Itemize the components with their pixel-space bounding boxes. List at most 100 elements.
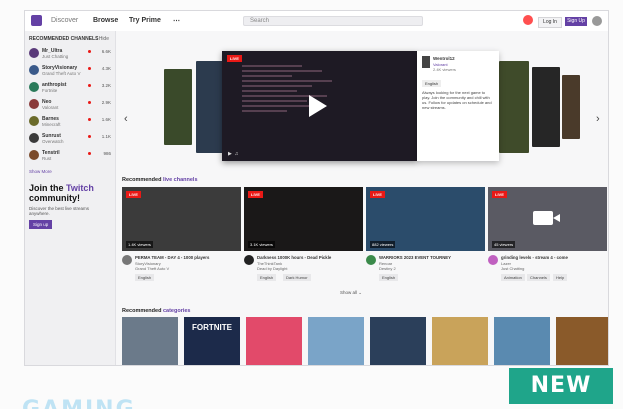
channel-viewers: 2.9K (101, 100, 111, 105)
category-tile[interactable] (556, 317, 608, 365)
sidebar-channel-item[interactable]: StoryVisionary Grand Theft Auto V 4.3K (29, 64, 111, 77)
stream-card-meta: Darkness 1000K hours - Dead Pickle TheThi… (244, 254, 363, 286)
section-title: Recommended categories (122, 308, 191, 314)
category-tile[interactable] (246, 317, 302, 365)
stream-game[interactable]: Just Chatting (501, 266, 524, 271)
stream-title[interactable]: Darkness 1000K hours - Dead Pickle (257, 255, 363, 260)
sidebar-channel-item[interactable]: Barnes Minecraft 1.6K (29, 115, 111, 128)
stream-card[interactable]: LIVE 882 viewers (366, 187, 485, 251)
login-button[interactable]: Log In (538, 17, 562, 28)
category-tile[interactable] (370, 317, 426, 365)
stream-tag[interactable]: Dark Humor (283, 274, 311, 281)
channel-game: Rust (42, 156, 52, 161)
nav-try-prime[interactable]: Try Prime (129, 17, 161, 24)
stream-tag[interactable]: English (135, 274, 155, 281)
featured-stream-player[interactable]: LIVE ▶ ♫ (222, 51, 417, 161)
stream-card-meta: PERMA TEAM - DAY 4 - 1000 players StoryVi… (122, 254, 241, 286)
stream-video (242, 65, 342, 145)
channel-game: Just Chatting (42, 54, 69, 59)
channel-game: Minecraft (42, 122, 61, 127)
sidebar-heading: RECOMMENDED CHANNELS (29, 36, 99, 42)
category-label: FORTNITE (192, 323, 232, 332)
search-input[interactable]: Search (243, 16, 423, 26)
streamer-name[interactable]: Wentrol12 (433, 56, 455, 61)
stream-title[interactable]: grinding levels - stream 4 - come (501, 255, 607, 260)
viewer-count: 45 viewers (492, 241, 516, 248)
player-controls[interactable]: ▶ ♫ (228, 151, 238, 157)
show-more-link[interactable]: Show More (29, 169, 52, 174)
stream-tag[interactable]: Help (553, 274, 568, 281)
stream-game[interactable]: Grand Theft Auto V (135, 266, 169, 271)
category-tile[interactable]: FORTNITE (184, 317, 240, 365)
browser-window: Discover Browse Try Prime ⋯ Search Log I… (24, 10, 609, 366)
nav-discover[interactable]: Discover (51, 17, 78, 24)
live-badge: LIVE (370, 191, 385, 198)
channel-viewers: 1.1K (101, 134, 111, 139)
channel-avatar[interactable] (122, 255, 132, 265)
show-all-link[interactable]: Show all ⌄ (340, 290, 362, 296)
stream-tag[interactable]: English (379, 274, 399, 281)
more-menu-icon[interactable]: ⋯ (173, 17, 180, 25)
user-menu-icon[interactable] (592, 16, 602, 26)
viewer-count: 3.1K viewers (248, 241, 275, 248)
stream-game[interactable]: Destiny 2 (379, 266, 396, 271)
channel-avatar[interactable] (244, 255, 254, 265)
carousel-thumb[interactable] (562, 75, 580, 139)
stream-card[interactable]: LIVE 1.4K viewers (122, 187, 241, 251)
channel-avatar (29, 99, 39, 109)
sidebar-channel-item[interactable]: Sunrust Overwatch 1.1K (29, 132, 111, 145)
channel-avatar (29, 133, 39, 143)
stream-tag[interactable]: English (422, 80, 442, 87)
nav-browse[interactable]: Browse (93, 17, 118, 24)
channel-viewers: 4.3K (101, 66, 111, 71)
category-tile[interactable] (308, 317, 364, 365)
category-tile[interactable] (122, 317, 178, 365)
channel-viewers: 1.6K (101, 117, 111, 122)
channel-game: Overwatch (42, 139, 64, 144)
sidebar-channel-item[interactable]: anthropist Fortnite 3.2K (29, 81, 111, 94)
camera-icon (533, 211, 553, 225)
stream-title[interactable]: WARRIORS 2023 EVENT TOURNEY (379, 255, 485, 260)
live-dot-icon (88, 135, 91, 138)
stream-tag[interactable]: Channels (527, 274, 550, 281)
twitch-logo-icon[interactable] (31, 15, 42, 26)
sidebar-channel-item[interactable]: Mr_Ultra Just Chatting 6.6K (29, 47, 111, 60)
play-icon[interactable] (309, 95, 327, 117)
sidebar-channel-item[interactable]: Tenstril Rust 986 (29, 149, 111, 162)
channel-avatar[interactable] (488, 255, 498, 265)
carousel-prev-icon[interactable]: ‹ (124, 113, 128, 125)
category-tile[interactable] (432, 317, 488, 365)
carousel-thumb[interactable] (499, 61, 529, 153)
live-dot-icon (88, 50, 91, 53)
channel-avatar (29, 150, 39, 160)
stream-tag[interactable]: Animation (501, 274, 525, 281)
live-dot-icon (88, 118, 91, 121)
sidebar-collapse-button[interactable]: Hide (99, 36, 109, 42)
sidebar-channel-item[interactable]: Neo Valorant 2.9K (29, 98, 111, 111)
join-signup-button[interactable]: Sign up (29, 220, 53, 229)
carousel-next-icon[interactable]: › (596, 113, 600, 125)
stream-card[interactable]: LIVE 3.1K viewers (244, 187, 363, 251)
channel-avatar (29, 65, 39, 75)
join-community-box: Join the Twitch community! Discover the … (29, 183, 109, 229)
live-dot-icon (88, 101, 91, 104)
channel-avatar (29, 116, 39, 126)
category-tile[interactable] (494, 317, 550, 365)
featured-stream-info: Wentrol12 Valorant 2.4K viewers English … (417, 51, 499, 161)
stream-card[interactable]: LIVE 45 viewers (488, 187, 607, 251)
stream-game[interactable]: Dead by Daylight (257, 266, 287, 271)
live-badge: LIVE (492, 191, 507, 198)
streamer-avatar[interactable] (422, 56, 430, 68)
prime-crown-icon[interactable] (523, 15, 533, 25)
stream-tag[interactable]: English (257, 274, 277, 281)
channel-avatar[interactable] (366, 255, 376, 265)
carousel-thumb[interactable] (164, 69, 192, 145)
section-title: Recommended live channels (122, 177, 198, 183)
channel-game: Fortnite (42, 88, 58, 93)
carousel-thumb[interactable] (532, 67, 560, 147)
join-title: Join the Twitch community! (29, 183, 94, 203)
stream-title[interactable]: PERMA TEAM - DAY 4 - 1000 players (135, 255, 241, 260)
stream-description: Always looking for the next game to play… (422, 90, 492, 110)
signup-button[interactable]: Sign Up (565, 17, 587, 26)
stream-card-meta: WARRIORS 2023 EVENT TOURNEY Renoar Destiny… (366, 254, 485, 286)
